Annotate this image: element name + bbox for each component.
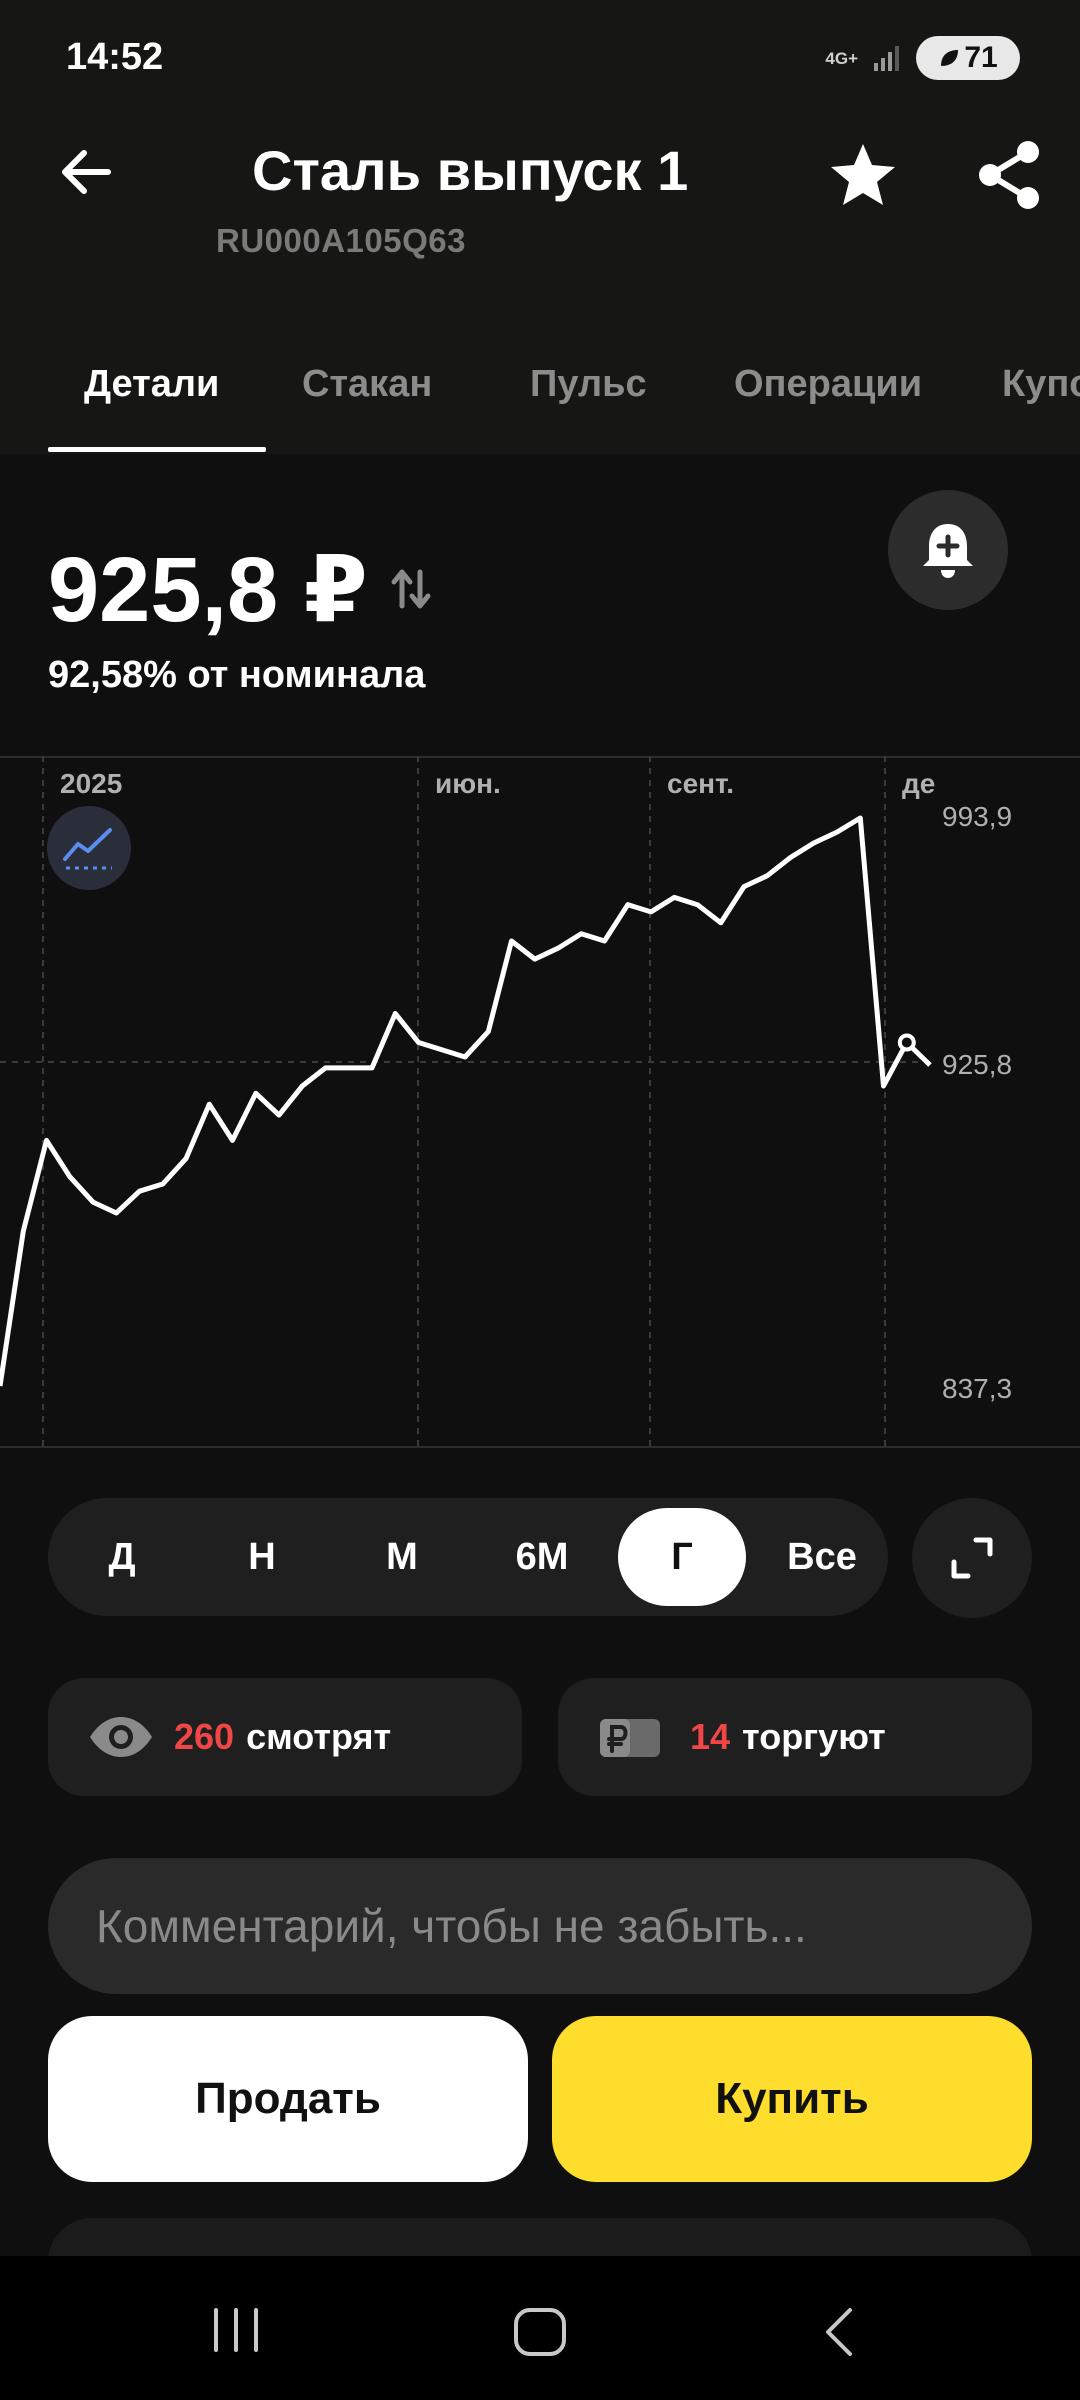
battery-level: 71 [964, 41, 998, 74]
tab-pulse[interactable]: Пульс [530, 350, 647, 418]
current-point-marker [897, 1033, 916, 1052]
buy-button[interactable]: Купить [552, 2016, 1032, 2182]
battery-indicator: 71 [916, 36, 1020, 80]
watching-card[interactable]: 260 смотрят [48, 1678, 522, 1796]
x-tick-sep: сент. [667, 768, 734, 799]
swap-arrows-icon [391, 569, 431, 609]
tab-coupons[interactable]: Купо [1002, 350, 1080, 418]
watching-label: смотрят [246, 1716, 392, 1757]
period-day[interactable]: Д [58, 1508, 186, 1606]
tab-bar: Детали Стакан Пульс Операции Купо [0, 350, 1080, 454]
price-chart[interactable]: 2025 июн. сент. де 993,9 925,8 837,3 [0, 756, 1080, 1448]
period-6months[interactable]: 6М [478, 1508, 606, 1606]
ruble-card-icon [600, 1719, 660, 1757]
watching-count: 260 [174, 1716, 235, 1757]
add-alert-button[interactable] [888, 490, 1008, 610]
active-tab-indicator [48, 447, 266, 452]
x-tick-dec: де [902, 768, 935, 799]
home-icon[interactable] [512, 2306, 568, 2358]
trading-count: 14 [690, 1716, 731, 1757]
trading-label: торгуют [742, 1716, 886, 1757]
period-selector: Д Н М 6М Г Все [48, 1498, 888, 1616]
network-label: 4G+ [825, 48, 858, 68]
page-title: Сталь выпуск 1 [252, 139, 689, 202]
isin-code: RU000A105Q63 [216, 222, 466, 259]
eye-icon [90, 1717, 152, 1757]
trading-card[interactable]: 14 торгуют [558, 1678, 1032, 1796]
signal-icon [874, 46, 899, 71]
star-icon [831, 144, 895, 205]
status-icons: 4G+ 71 [825, 36, 1020, 80]
period-year[interactable]: Г [618, 1508, 746, 1606]
title-container: Сталь выпуск 1 [214, 136, 724, 206]
tab-order-book[interactable]: Стакан [302, 350, 432, 418]
y-tick-high: 993,9 [942, 801, 1012, 832]
system-nav-bar [0, 2256, 1080, 2400]
title-fade [214, 136, 254, 206]
back-nav-icon[interactable] [820, 2304, 860, 2360]
chart-background [0, 756, 1080, 1448]
period-all[interactable]: Все [758, 1508, 886, 1606]
nominal-percent: 92,58% от номинала [48, 654, 426, 696]
share-icon [979, 141, 1039, 209]
swap-currency-button[interactable] [388, 566, 434, 612]
x-tick-2025: 2025 [60, 768, 122, 799]
back-button[interactable] [54, 140, 118, 204]
bell-plus-icon [923, 524, 973, 578]
y-tick-current: 925,8 [942, 1049, 1012, 1080]
y-tick-low: 837,3 [942, 1373, 1012, 1404]
recent-apps-icon[interactable] [206, 2306, 266, 2354]
fullscreen-chart-button[interactable] [912, 1498, 1032, 1618]
current-price: 925,8 ₽ [48, 539, 368, 641]
indicators-button[interactable] [47, 806, 131, 890]
leaf-icon [941, 50, 959, 66]
tab-operations[interactable]: Операции [734, 350, 922, 418]
comment-input[interactable] [48, 1858, 1032, 1994]
tab-details[interactable]: Детали [84, 350, 219, 418]
period-week[interactable]: Н [198, 1508, 326, 1606]
sell-button[interactable]: Продать [48, 2016, 528, 2182]
expand-icon [951, 1537, 993, 1579]
favorite-button[interactable] [828, 140, 898, 210]
share-button[interactable] [970, 136, 1048, 214]
period-month[interactable]: М [338, 1508, 466, 1606]
x-tick-jun: июн. [435, 768, 501, 799]
arrow-left-icon [62, 150, 111, 194]
status-time: 14:52 [66, 36, 164, 78]
